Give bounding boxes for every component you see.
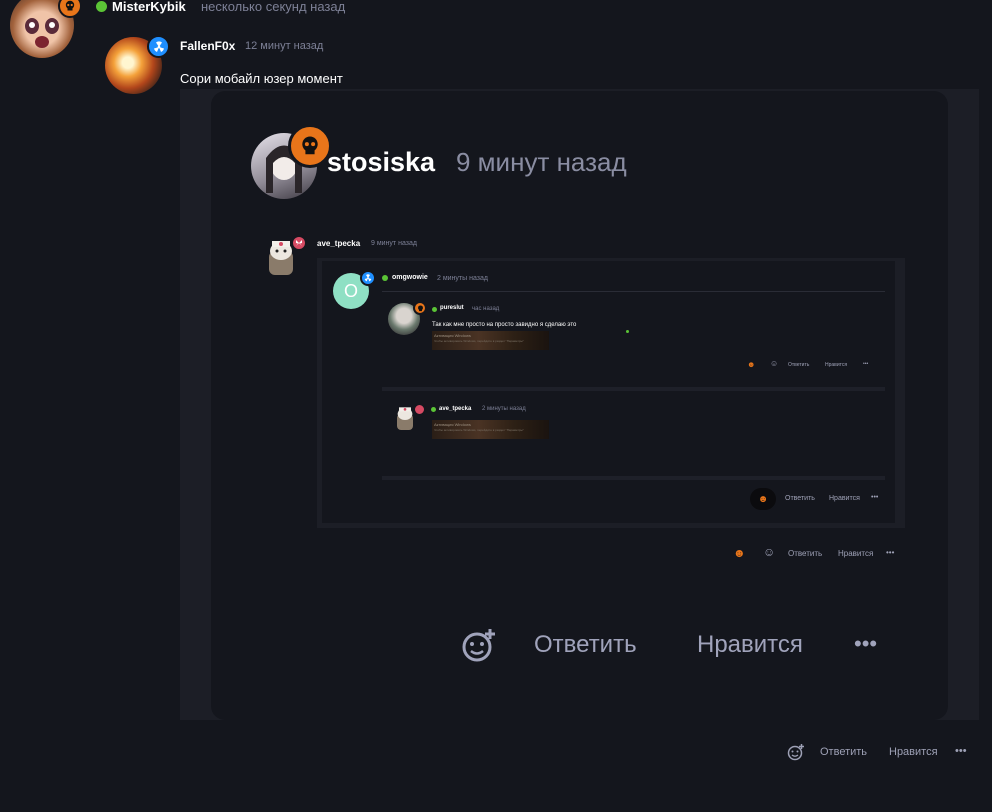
omg-time: 2 минуты назад <box>437 275 488 282</box>
ave2-online-indicator <box>431 407 436 412</box>
ave-butterfly-badge <box>291 235 307 251</box>
nested-divider <box>382 387 885 391</box>
pure-text: Так как мне просто на просто завидно я с… <box>432 322 577 328</box>
add-reaction-button[interactable] <box>461 627 497 663</box>
reply-text: Сори мобайл юзер момент <box>180 71 343 86</box>
ave-reply-button[interactable]: Ответить <box>788 549 822 558</box>
reply-username[interactable]: FallenF0x <box>180 39 235 53</box>
emoji-reaction-icon: ☻ <box>757 493 769 505</box>
ave2-butterfly-badge <box>413 403 426 416</box>
add-reaction-icon[interactable]: ☺ <box>763 545 775 559</box>
omg-online-indicator <box>382 275 388 281</box>
pure-more-button[interactable]: ••• <box>863 361 868 367</box>
stosiska-username: stosiska <box>327 147 436 177</box>
stosiska-like-button[interactable]: Нравится <box>697 631 803 659</box>
comment-username[interactable]: MisterKybik <box>112 0 186 14</box>
stosiska-time: 9 минут назад <box>456 147 627 177</box>
reply-time: 12 минут назад <box>245 40 324 52</box>
emoji-reaction-icon[interactable]: ☻ <box>747 360 755 369</box>
emoji-reaction-button[interactable]: ☻ <box>750 488 776 510</box>
ave2-time: 2 минуты назад <box>482 406 526 412</box>
ave2-win-line1: Активация Windows <box>434 422 471 427</box>
more-button[interactable]: ••• <box>955 745 967 757</box>
add-reaction-icon <box>787 744 804 761</box>
nested-card: O omgwowie 2 минуты назад pureslut час н… <box>322 261 895 523</box>
add-reaction-icon <box>462 629 495 662</box>
radiation-badge <box>147 35 170 58</box>
screenshot-card: stosiska 9 минут назад ave_tpecka 9 мину… <box>211 91 948 720</box>
nested-screenshot: O omgwowie 2 минуты назад pureslut час н… <box>317 258 905 528</box>
online-indicator <box>96 1 107 12</box>
radiation-icon <box>153 41 164 52</box>
ave-time: 9 минут назад <box>371 240 417 247</box>
pure-win-line2: Чтобы активировать Windows, перейдите в … <box>434 339 524 343</box>
omg-radiation-badge <box>360 270 376 286</box>
pure-username: pureslut <box>440 305 464 311</box>
ave2-win-line2: Чтобы активировать Windows, перейдите в … <box>434 428 524 432</box>
pure-skull-badge <box>413 301 427 315</box>
stosiska-skull-badge <box>288 124 332 168</box>
emoji-reaction-icon[interactable]: ☻ <box>733 546 746 560</box>
omg-avatar-letter: O <box>343 280 358 301</box>
stosiska-reply-button[interactable]: Ответить <box>534 631 637 659</box>
omg-username: omgwowie <box>392 274 428 281</box>
butterfly-icon <box>296 240 302 246</box>
radiation-icon <box>364 274 372 282</box>
omg-reply-button[interactable]: Ответить <box>785 495 815 502</box>
pure-image: Активация Windows Чтобы активировать Win… <box>432 331 549 350</box>
omg-like-button[interactable]: Нравится <box>829 495 860 502</box>
ave-username: ave_tpecka <box>317 239 361 248</box>
omg-divider <box>382 291 885 292</box>
comment-time: несколько секунд назад <box>201 0 346 14</box>
ave2-username: ave_tpecka <box>439 406 472 412</box>
green-dot <box>626 330 629 333</box>
add-reaction-icon[interactable]: ☺ <box>770 359 778 368</box>
attached-screenshot[interactable]: stosiska 9 минут назад ave_tpecka 9 мину… <box>180 89 979 720</box>
pure-online-indicator <box>432 307 437 312</box>
add-reaction-button[interactable] <box>787 743 805 761</box>
ave-like-button[interactable]: Нравится <box>838 549 873 558</box>
pure-win-line1: Активация Windows <box>434 333 471 338</box>
stosiska-more-button[interactable]: ••• <box>854 631 877 657</box>
skull-icon <box>302 136 318 155</box>
reply-button[interactable]: Ответить <box>820 746 867 758</box>
ave2-image: Активация Windows Чтобы активировать Win… <box>432 420 549 439</box>
ave-more-button[interactable]: ••• <box>886 548 894 557</box>
skull-icon <box>65 0 75 11</box>
skull-icon <box>417 304 423 311</box>
pure-time: час назад <box>472 306 500 312</box>
like-button[interactable]: Нравится <box>889 746 938 758</box>
pure-reply-button[interactable]: Ответить <box>788 362 809 368</box>
skull-badge <box>58 0 82 18</box>
omg-more-button[interactable]: ••• <box>871 494 878 501</box>
nested-divider-2 <box>382 476 885 480</box>
pure-like-button[interactable]: Нравится <box>825 362 847 368</box>
